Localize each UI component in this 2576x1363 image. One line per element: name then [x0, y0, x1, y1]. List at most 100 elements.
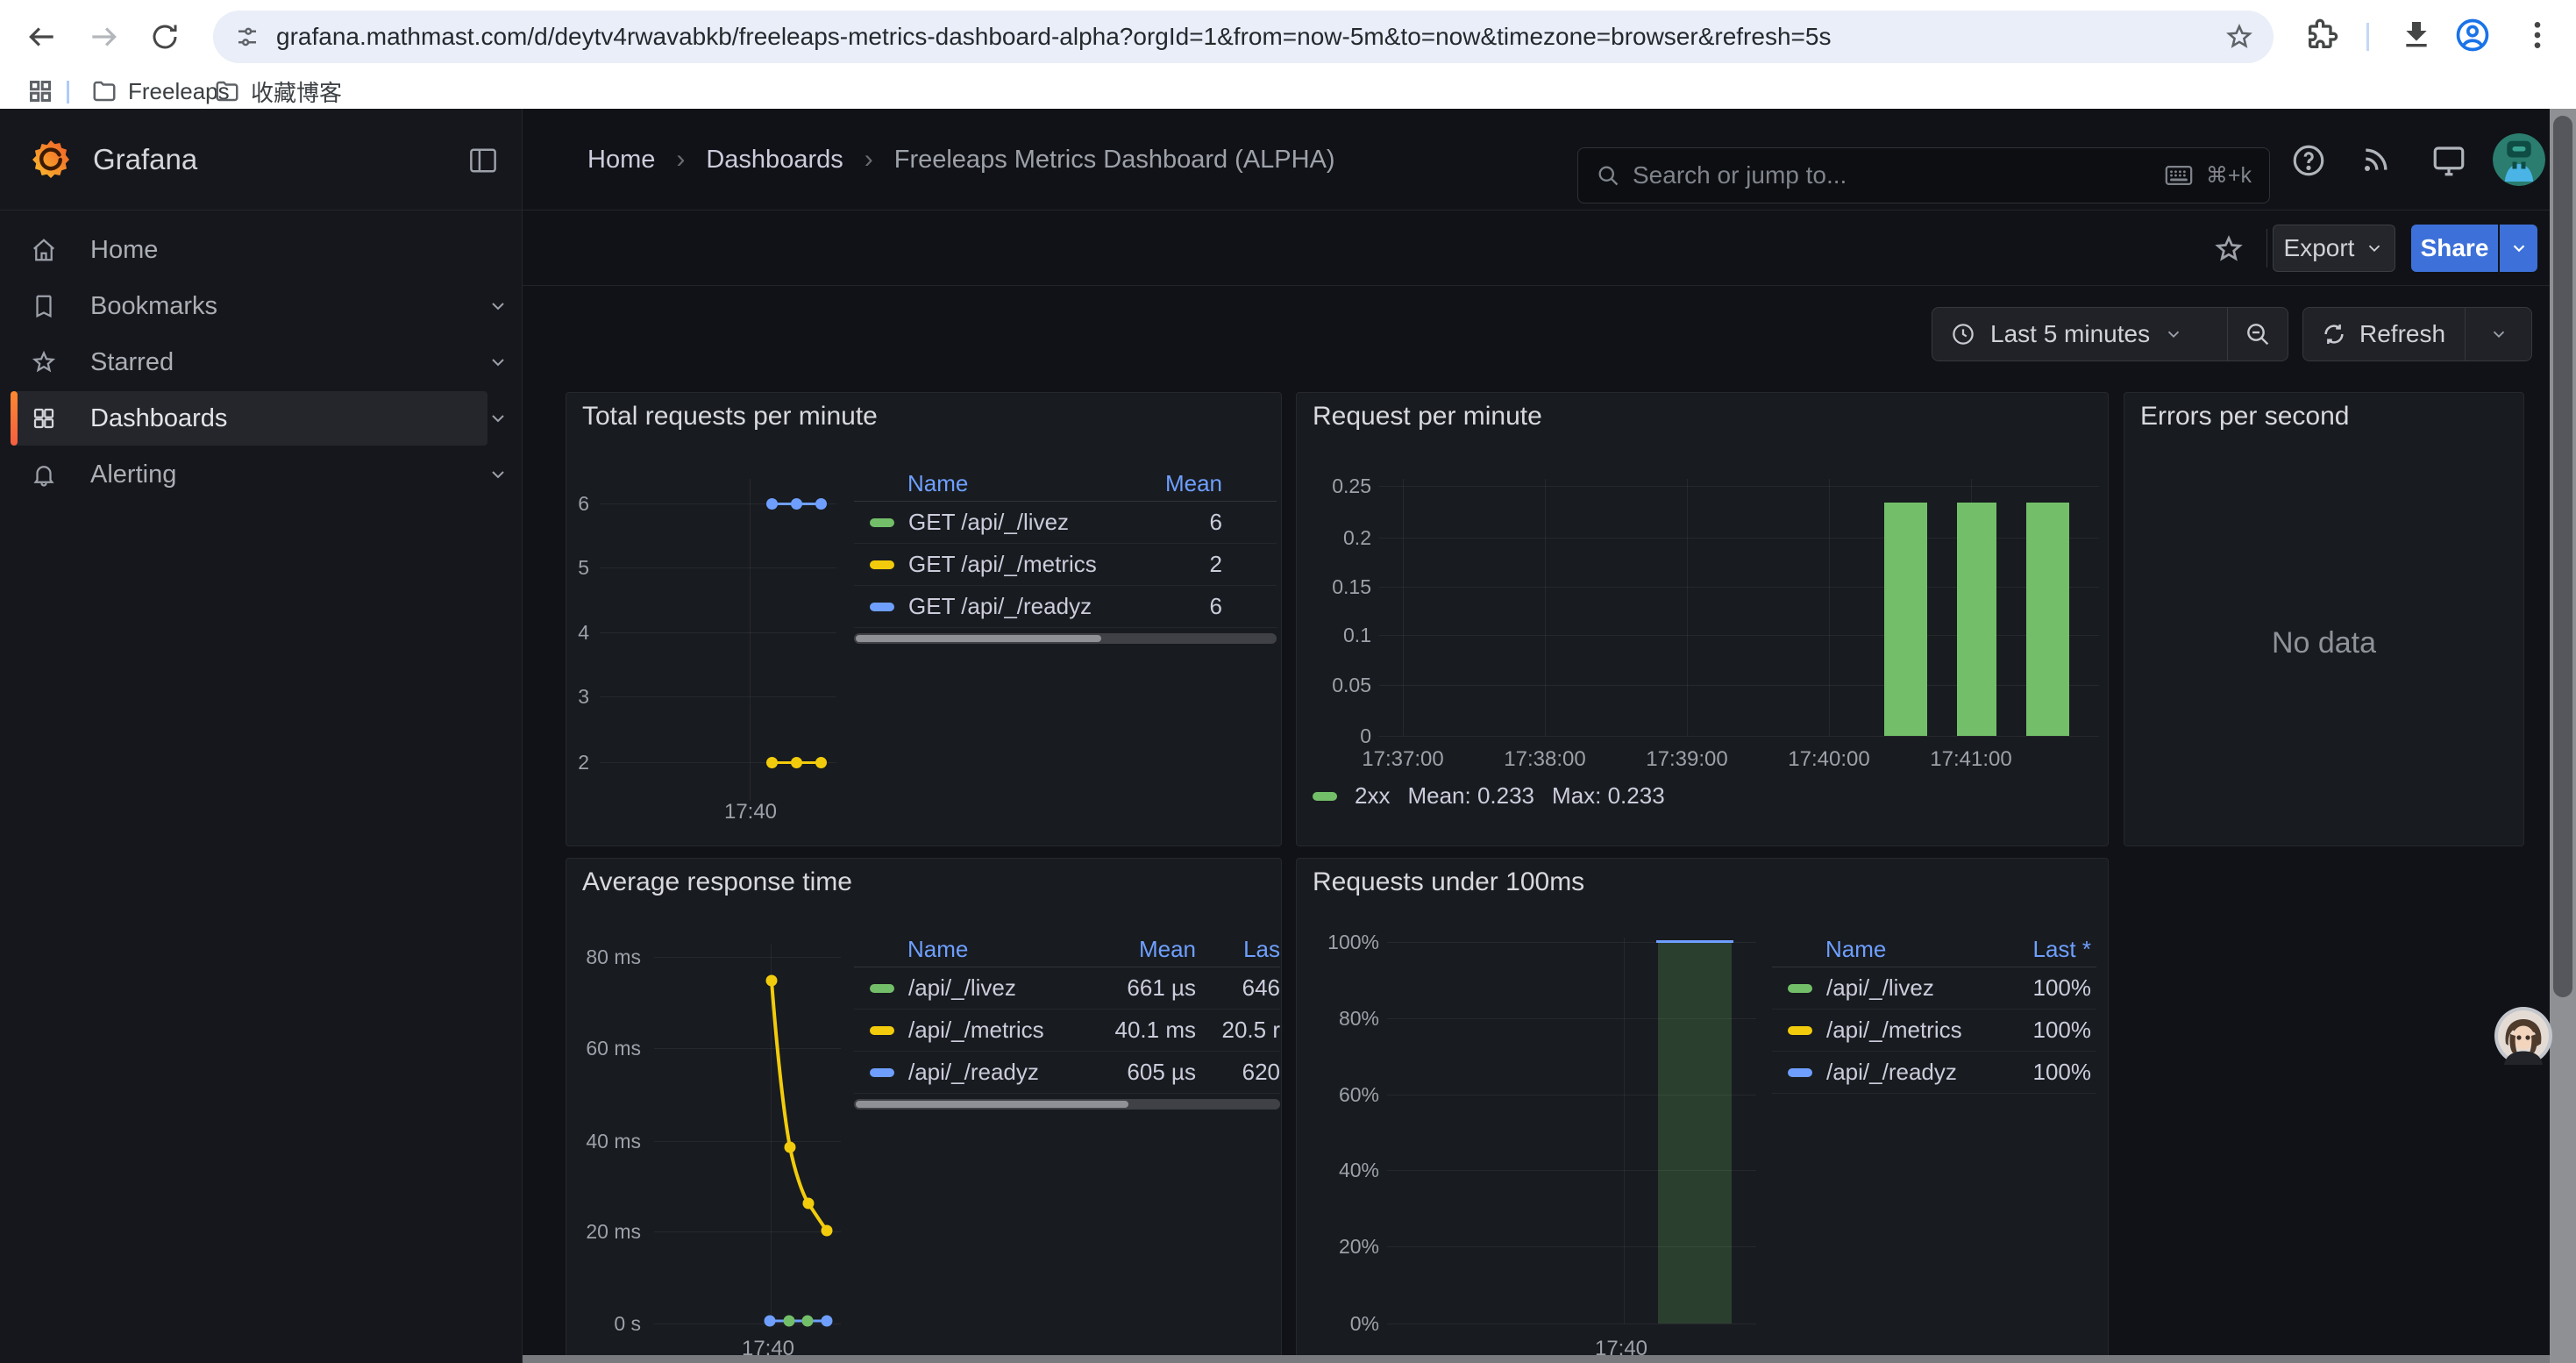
- series-swatch: [1788, 984, 1812, 993]
- sidebar-item-label: Bookmarks: [90, 292, 217, 321]
- legend-scrollbar[interactable]: [854, 1099, 1280, 1110]
- search-box[interactable]: ⌘+k: [1577, 147, 2270, 203]
- chevron-down-icon[interactable]: [487, 464, 509, 485]
- download-icon[interactable]: [2399, 18, 2434, 53]
- help-icon[interactable]: [2290, 142, 2329, 181]
- breadcrumb-home[interactable]: Home: [587, 146, 655, 175]
- legend-row[interactable]: /api/_/livez 100%: [1772, 967, 2096, 1010]
- scrollbar-thumb[interactable]: [2553, 116, 2572, 997]
- news-rss-icon[interactable]: [2359, 142, 2397, 181]
- series-name[interactable]: 2xx: [1355, 782, 1390, 810]
- url-input[interactable]: grafana.mathmast.com/d/deytv4rwavabkb/fr…: [276, 23, 2224, 51]
- col-mean[interactable]: Mean: [1165, 470, 1222, 497]
- share-button[interactable]: Share: [2411, 225, 2498, 272]
- breadcrumb-separator: ›: [676, 145, 685, 175]
- chevron-down-icon[interactable]: [487, 296, 509, 317]
- col-mean[interactable]: Mean: [1091, 936, 1196, 963]
- panel-title[interactable]: Total requests per minute: [582, 402, 878, 432]
- chevron-down-icon[interactable]: [487, 408, 509, 429]
- col-name[interactable]: Name: [907, 470, 1151, 497]
- browser-menu-icon[interactable]: [2520, 18, 2555, 53]
- zoom-out-button[interactable]: [2228, 320, 2288, 348]
- series-name: GET /api/_/readyz: [908, 593, 1196, 620]
- col-name[interactable]: Name: [1825, 936, 1981, 963]
- sidebar-item-alerting[interactable]: Alerting: [0, 447, 523, 502]
- profile-icon[interactable]: [2453, 16, 2492, 54]
- legend-row[interactable]: /api/_/livez 661 µs 646: [854, 967, 1280, 1010]
- series-name: /api/_/livez: [1826, 974, 1981, 1002]
- monitor-icon[interactable]: [2430, 142, 2469, 181]
- series-last: 100%: [1995, 974, 2091, 1002]
- col-last[interactable]: Las: [1210, 936, 1280, 963]
- reload-icon[interactable]: [140, 12, 189, 61]
- legend-header: Name Last *: [1772, 932, 2096, 967]
- refresh-button[interactable]: Refresh: [2303, 320, 2465, 348]
- panel-title[interactable]: Errors per second: [2140, 402, 2349, 432]
- series-name: /api/_/metrics: [1826, 1017, 1981, 1044]
- breadcrumb-dashboards[interactable]: Dashboards: [706, 146, 843, 175]
- panel-errors-per-second: Errors per second No data: [2124, 392, 2524, 846]
- sidebar-item-dashboards[interactable]: Dashboards: [0, 391, 523, 446]
- page-header: Home › Dashboards › Freeleaps Metrics Da…: [523, 109, 2576, 211]
- legend-scrollbar[interactable]: [854, 633, 1277, 644]
- refresh-sync-icon: [2321, 321, 2347, 347]
- legend-table: Name Mean Las /api/_/livez 661 µs 646 /a…: [854, 932, 1280, 1110]
- browser-toolbar: grafana.mathmast.com/d/deytv4rwavabkb/fr…: [0, 0, 2576, 74]
- y-tick: 80%: [1320, 1006, 1379, 1031]
- user-avatar[interactable]: [2493, 133, 2545, 186]
- legend-row[interactable]: /api/_/readyz 100%: [1772, 1052, 2096, 1094]
- share-menu-button[interactable]: [2500, 225, 2537, 272]
- legend-row[interactable]: GET /api/_/livez 6: [854, 502, 1277, 544]
- assistant-avatar-widget[interactable]: [2494, 1007, 2552, 1065]
- col-name[interactable]: Name: [907, 936, 1077, 963]
- search-shortcut: ⌘+k: [2206, 162, 2252, 189]
- y-tick: 0.15: [1319, 574, 1371, 599]
- extensions-icon[interactable]: [2304, 18, 2339, 53]
- sidebar-item-home[interactable]: Home: [0, 223, 523, 277]
- series-swatch: [870, 1026, 894, 1035]
- panel-title[interactable]: Requests under 100ms: [1313, 867, 1584, 897]
- sidebar-item-label: Home: [90, 236, 158, 265]
- y-tick: 100%: [1320, 930, 1379, 954]
- sidebar-item-label: Dashboards: [90, 404, 227, 433]
- series-mean: Mean: 0.233: [1407, 782, 1534, 810]
- sidebar-item-starred[interactable]: Starred: [0, 335, 523, 389]
- favorite-star-icon[interactable]: [2213, 233, 2245, 265]
- refresh-interval-button[interactable]: [2466, 325, 2531, 344]
- search-input[interactable]: [1633, 161, 2164, 189]
- legend-row[interactable]: /api/_/metrics 100%: [1772, 1010, 2096, 1052]
- bookmark-folder-freeleaps[interactable]: Freeleaps: [91, 74, 230, 109]
- legend-header: Name Mean Las: [854, 932, 1280, 967]
- grafana-brand[interactable]: Grafana: [30, 139, 197, 181]
- back-icon[interactable]: [18, 12, 67, 61]
- time-range-picker[interactable]: Last 5 minutes: [1932, 320, 2227, 348]
- series-mean: 2: [1210, 551, 1222, 578]
- legend-row[interactable]: /api/_/metrics 40.1 ms 20.5 r: [854, 1010, 1280, 1052]
- legend-table: Name Mean GET /api/_/livez 6 GET /api/_/…: [854, 467, 1277, 644]
- site-settings-icon[interactable]: [234, 24, 260, 50]
- legend-row[interactable]: GET /api/_/readyz 6: [854, 586, 1277, 628]
- apps-grid-icon[interactable]: [25, 75, 56, 107]
- url-bar[interactable]: grafana.mathmast.com/d/deytv4rwavabkb/fr…: [213, 11, 2274, 63]
- y-tick: 0.2: [1319, 525, 1371, 550]
- col-last[interactable]: Last *: [1995, 936, 2091, 963]
- y-tick: 20%: [1320, 1234, 1379, 1259]
- dock-menu-icon[interactable]: [468, 147, 498, 174]
- chevron-down-icon[interactable]: [487, 352, 509, 373]
- y-tick: 5: [566, 555, 589, 580]
- forward-icon[interactable]: [79, 12, 128, 61]
- series-last: 20.5 r: [1210, 1017, 1280, 1044]
- series-mean: 40.1 ms: [1091, 1017, 1196, 1044]
- vertical-scrollbar[interactable]: [2550, 109, 2576, 1363]
- sidebar-item-bookmarks[interactable]: Bookmarks: [0, 279, 523, 333]
- bookmark-star-icon[interactable]: [2224, 22, 2254, 52]
- export-button[interactable]: Export: [2273, 225, 2395, 272]
- bookmarks-divider: [67, 81, 69, 103]
- panel-title[interactable]: Request per minute: [1313, 402, 1542, 432]
- legend-row[interactable]: GET /api/_/metrics 2: [854, 544, 1277, 586]
- y-tick: 0.25: [1319, 474, 1371, 498]
- horizontal-scrollbar[interactable]: [523, 1355, 2550, 1363]
- bookmark-folder-blogs[interactable]: 收藏博客: [214, 74, 342, 109]
- series-max: Max: 0.233: [1552, 782, 1665, 810]
- legend-row[interactable]: /api/_/readyz 605 µs 620: [854, 1052, 1280, 1094]
